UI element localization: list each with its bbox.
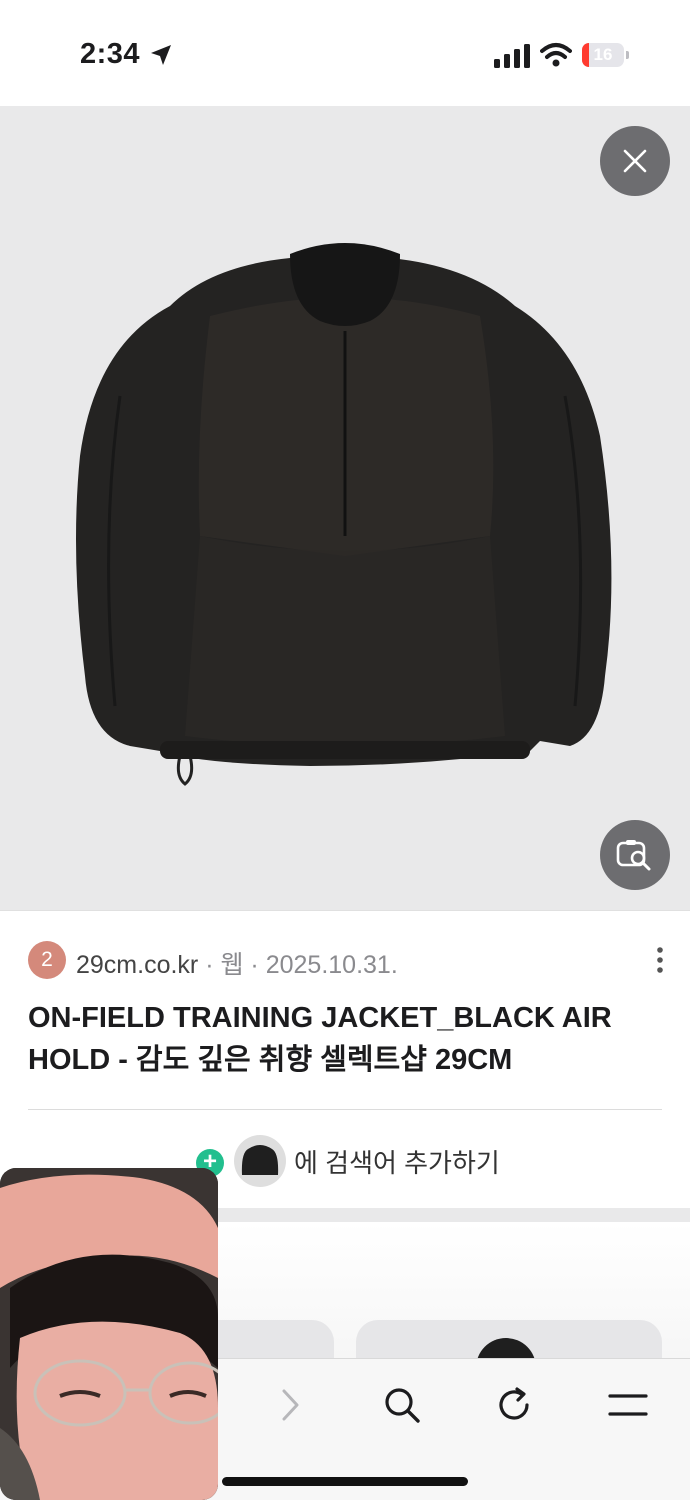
query-image-thumbnail	[234, 1135, 286, 1187]
signal-icon	[494, 44, 530, 68]
battery-level: 16	[593, 45, 613, 64]
reload-icon	[499, 1387, 529, 1420]
menu-button[interactable]	[604, 1381, 652, 1429]
more-options-icon[interactable]	[650, 945, 670, 975]
add-search-term-label: 에 검색어 추가하기	[294, 1147, 500, 1178]
search-icon	[385, 1388, 420, 1423]
source-meta: · 웹 · 2025.10.31.	[198, 951, 398, 979]
close-button[interactable]	[600, 126, 670, 196]
source-index-badge: 2	[28, 941, 66, 979]
forward-arrow-icon	[282, 1389, 299, 1421]
close-icon	[623, 149, 647, 173]
jacket-product-image	[76, 243, 612, 786]
image-preview[interactable]	[0, 106, 690, 910]
reload-button[interactable]	[490, 1381, 538, 1429]
home-indicator[interactable]	[222, 1477, 468, 1486]
wifi-icon	[540, 43, 572, 67]
related-result-card[interactable]	[356, 1320, 662, 1360]
jacket-thumbnail-icon	[241, 1145, 279, 1175]
battery-icon: 16	[582, 43, 630, 67]
person-video-feed	[0, 1168, 218, 1500]
source-domain[interactable]: 29cm.co.kr	[76, 951, 198, 979]
camera-pip-overlay[interactable]	[0, 1168, 218, 1500]
divider	[28, 1109, 662, 1110]
forward-button[interactable]	[266, 1381, 314, 1429]
image-search-icon	[616, 840, 651, 871]
related-product-image	[476, 1338, 536, 1360]
search-button[interactable]	[378, 1381, 426, 1429]
status-bar: 2:34 16	[0, 0, 690, 106]
add-search-term-button[interactable]: + 에 검색어 추가하기	[196, 1133, 500, 1189]
menu-icon	[608, 1394, 648, 1416]
result-info-card: 2 29cm.co.kr · 웹 · 2025.10.31. ON-FIELD …	[0, 910, 690, 1210]
status-time: 2:34	[80, 38, 141, 70]
location-arrow-icon	[151, 45, 171, 65]
source-line[interactable]: 29cm.co.kr · 웹 · 2025.10.31.	[76, 945, 398, 981]
visual-search-button[interactable]	[600, 820, 670, 890]
result-title[interactable]: ON-FIELD TRAINING JACKET_BLACK AIR HOLD …	[28, 997, 668, 1081]
